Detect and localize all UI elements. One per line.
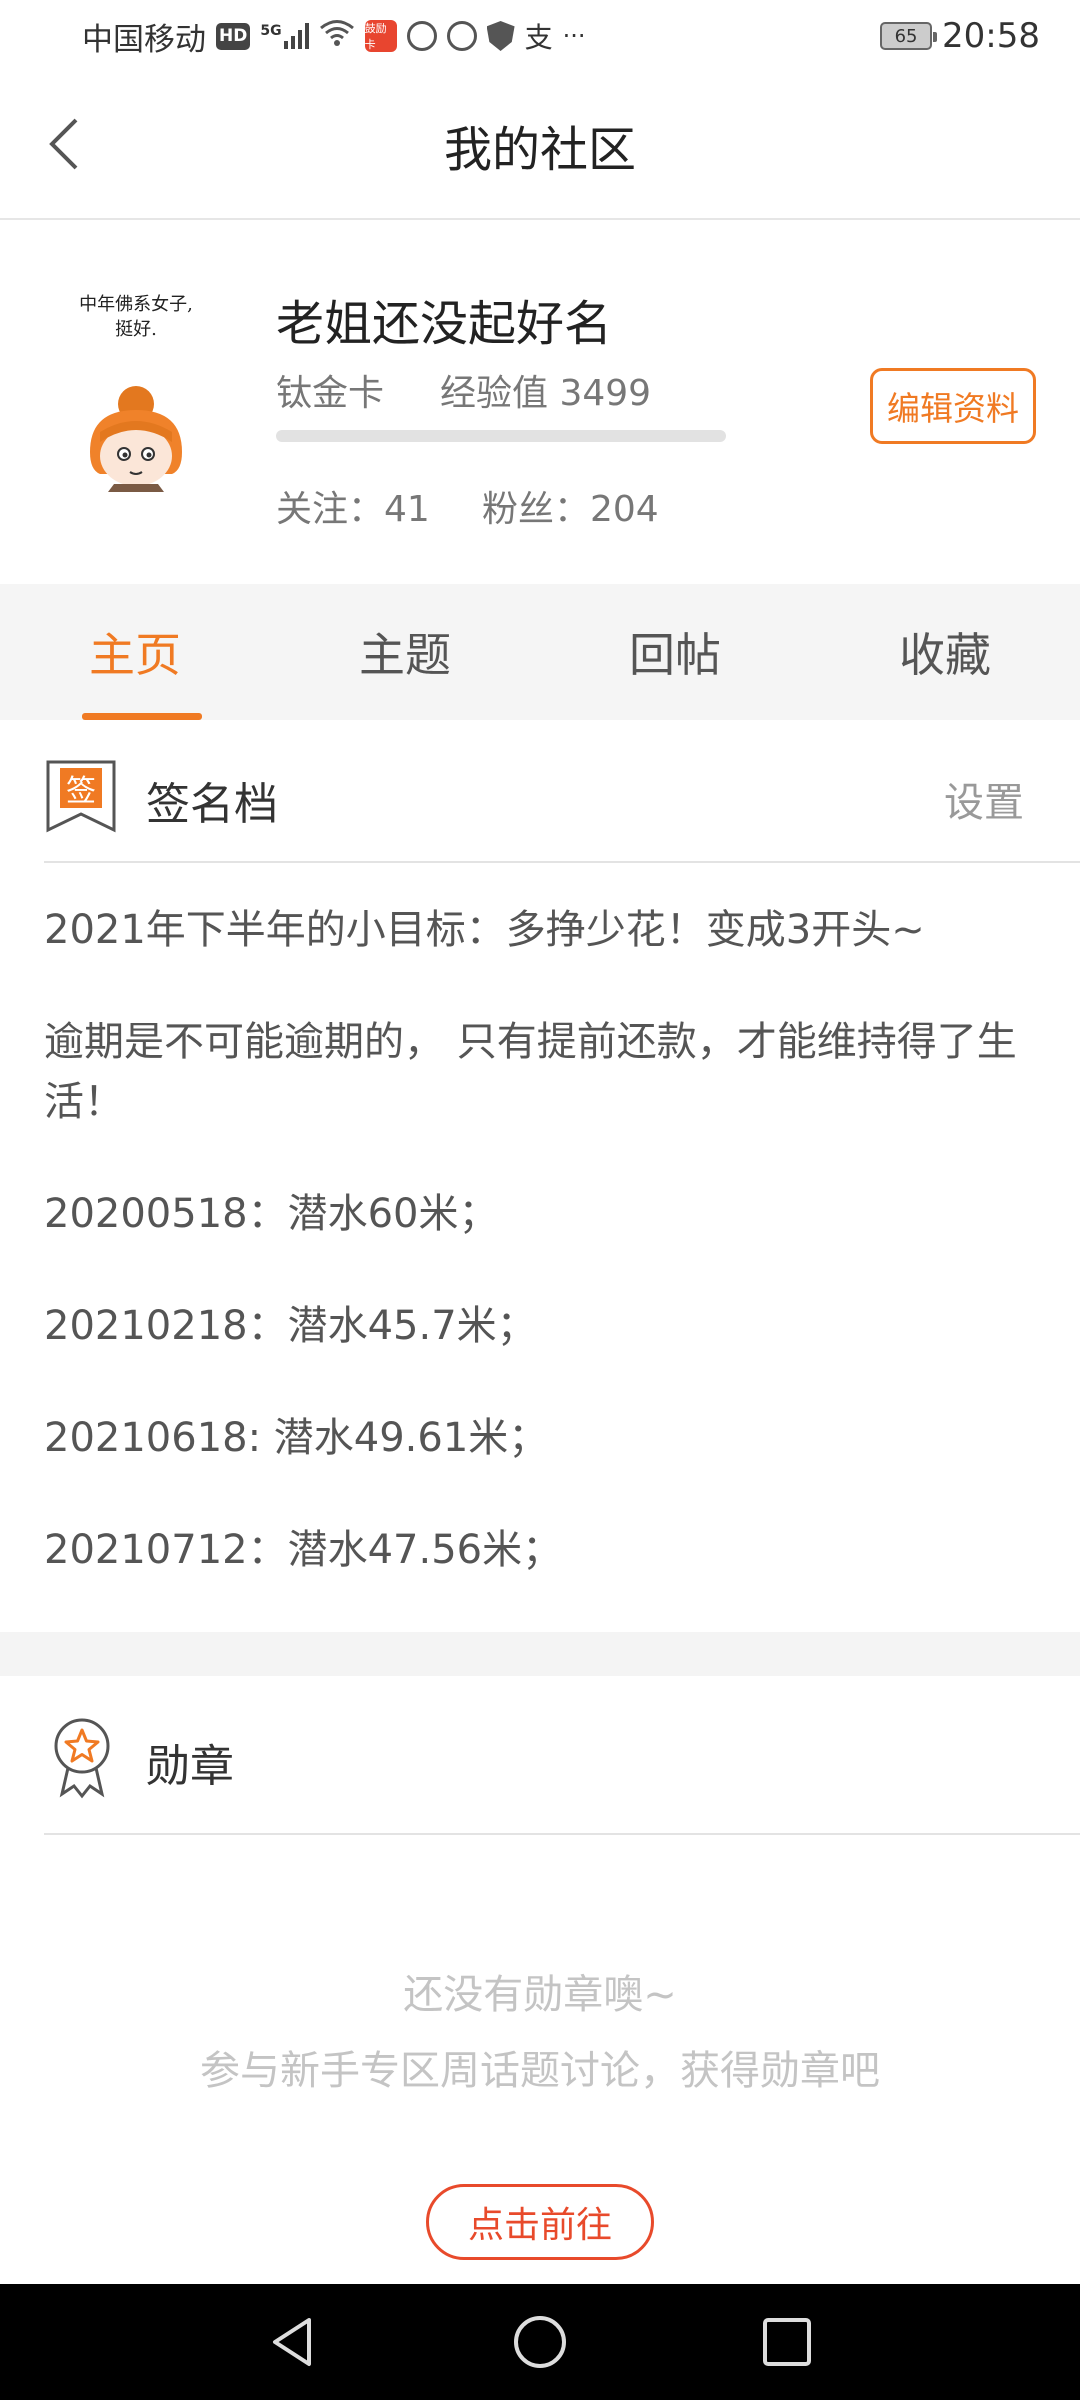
signature-settings-link[interactable]: 设置 xyxy=(944,770,1024,828)
battery-level: 65 xyxy=(894,25,918,47)
carrier-name: 中国移动 xyxy=(82,21,206,58)
nav-home-button[interactable] xyxy=(505,2307,575,2377)
avatar[interactable]: 中年佛系女子, 挺好. xyxy=(44,292,224,492)
mountain-notification-icon xyxy=(446,21,477,51)
go-now-button[interactable]: 点击前往 xyxy=(426,2184,654,2260)
divider xyxy=(44,861,1080,863)
back-triangle-icon xyxy=(273,2318,312,2366)
divider xyxy=(44,1833,1080,1835)
tab-topics[interactable]: 主题 xyxy=(270,584,540,720)
status-bar: 中国移动 HD 5G 鼓励卡 支 ··· 65 20:58 xyxy=(0,0,1080,72)
experience-value: 经验值 3499 xyxy=(440,373,652,414)
network-type-label: 5G xyxy=(260,23,282,39)
signature-content: 2021年下半年的小目标：多挣少花！变成3开头~ 逾期是不可能逾期的， 只有提前… xyxy=(44,900,1044,1632)
clock: 20:58 xyxy=(942,16,1040,56)
signal-icon: 5G xyxy=(260,23,309,49)
tab-favorites[interactable]: 收藏 xyxy=(810,584,1080,720)
edit-profile-button[interactable]: 编辑资料 xyxy=(870,368,1036,444)
battery-icon: 65 xyxy=(880,22,938,50)
medals-title: 勋章 xyxy=(146,1741,234,1792)
tab-replies[interactable]: 回帖 xyxy=(540,584,810,720)
following-count[interactable]: 关注：41 xyxy=(276,480,430,532)
wifi-icon xyxy=(319,17,355,55)
membership-level: 钛金卡 xyxy=(276,373,385,414)
signature-line: 逾期是不可能逾期的， 只有提前还款，才能维持得了生活！ xyxy=(44,1019,1017,1125)
signature-title: 签名档 xyxy=(146,779,278,830)
empty-medals-message: 还没有勋章噢~ xyxy=(403,1972,677,2018)
section-gap xyxy=(0,1632,1080,1676)
signature-line: 20210218：潜水45.7米； xyxy=(44,1303,537,1349)
top-app-bar: 我的社区 xyxy=(0,72,1080,220)
chevron-left-icon xyxy=(49,118,78,170)
signature-line: 2021年下半年的小目标：多挣少花！变成3开头~ xyxy=(44,907,925,953)
signature-line: 20210712：潜水47.56米； xyxy=(44,1527,563,1573)
signature-line: 20200518：潜水60米； xyxy=(44,1191,499,1237)
back-button[interactable] xyxy=(40,114,100,174)
hand-notification-icon xyxy=(406,21,437,51)
nav-back-button[interactable] xyxy=(258,2307,328,2377)
recents-square-icon xyxy=(762,2318,811,2366)
page-title: 我的社区 xyxy=(443,122,636,178)
system-navigation-bar xyxy=(0,2284,1080,2400)
followers-count[interactable]: 粉丝：204 xyxy=(482,480,659,532)
shield-icon xyxy=(486,21,515,51)
tab-home[interactable]: 主页 xyxy=(0,584,270,720)
signature-badge-icon: 签 xyxy=(44,758,118,834)
home-circle-icon xyxy=(513,2316,566,2368)
more-notifications-icon: ··· xyxy=(562,22,586,50)
avatar-illustration xyxy=(90,386,182,492)
profile-tabs: 主页 主题 回帖 收藏 xyxy=(0,584,1080,720)
signature-badge-char: 签 xyxy=(66,774,96,809)
medals-section-header: 勋章 xyxy=(0,1676,1080,1834)
profile-card: 中年佛系女子, 挺好. 老姐还没起好名 钛金卡 经验值 3499 关注：41 粉… xyxy=(0,222,1080,584)
nav-recents-button[interactable] xyxy=(752,2307,822,2377)
hd-badge: HD xyxy=(216,22,251,50)
username: 老姐还没起好名 xyxy=(276,296,613,352)
experience-progress-bar xyxy=(276,430,726,442)
signature-line: 20210618: 潜水49.61米； xyxy=(44,1415,549,1461)
medal-icon xyxy=(48,1716,116,1800)
alipay-icon: 支 xyxy=(524,21,553,54)
signature-section-header: 签 签名档 设置 xyxy=(0,720,1080,862)
empty-medals-hint: 参与新手专区周话题讨论，获得勋章吧 xyxy=(200,2048,880,2094)
app-notification-icon: 鼓励卡 xyxy=(364,20,397,52)
